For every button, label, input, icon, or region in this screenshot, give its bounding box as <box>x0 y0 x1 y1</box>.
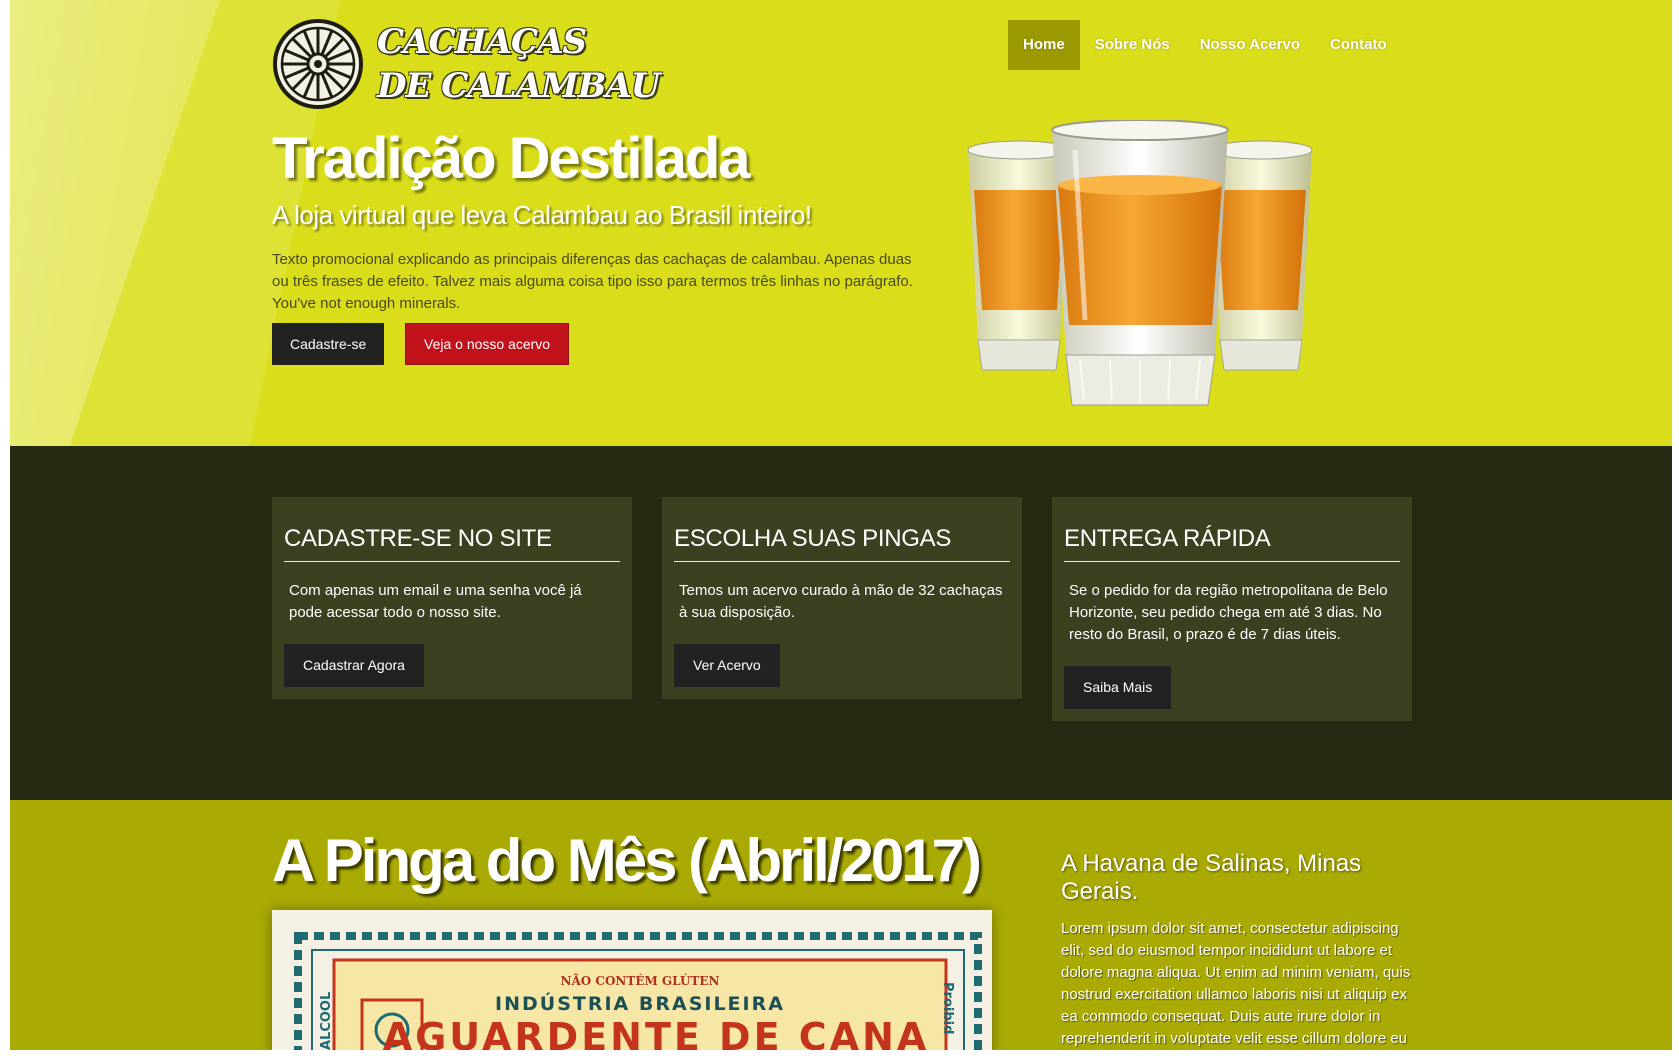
hero-section: Cachaças de Calambau Home Sobre Nós Noss… <box>10 0 1672 446</box>
pinga-side-text: Lorem ipsum dolor sit amet, consectetur … <box>1061 920 1411 1047</box>
nav-item-sobre-nos[interactable]: Sobre Nós <box>1080 20 1185 70</box>
label-main-text: AGUARDENTE DE CANA <box>383 1015 930 1050</box>
logo-line-2: de Calambau <box>377 66 660 106</box>
hero-description: Texto promocional explicando as principa… <box>272 251 913 312</box>
hero-title: Tradição Destilada <box>272 126 751 191</box>
nav-item-contato[interactable]: Contato <box>1315 20 1402 70</box>
signup-button[interactable]: Cadastre-se <box>272 323 385 365</box>
view-collection-card-button[interactable]: Ver Acervo <box>674 644 780 687</box>
label-top-text: NÃO CONTÉM GLÚTEN <box>561 972 720 988</box>
learn-more-button[interactable]: Saiba Mais <box>1064 666 1172 709</box>
feature-card-delivery: ENTREGA RÁPIDA Se o pedido for da região… <box>1052 497 1412 721</box>
label-left-text: ALCOOL <box>319 992 334 1050</box>
pinga-title: A Pinga do Mês (Abril/2017) <box>272 827 982 894</box>
register-now-button[interactable]: Cadastrar Agora <box>284 644 424 687</box>
nav-item-home[interactable]: Home <box>1008 20 1080 70</box>
feature-card-text: Temos um acervo curado à mão de 32 cacha… <box>679 582 1003 621</box>
feature-card-text: Se o pedido for da região metropolitana … <box>1069 582 1388 643</box>
wagon-wheel-icon <box>273 19 363 109</box>
feature-card-title: ESCOLHA SUAS PINGAS <box>674 525 1010 562</box>
logo-wordmark: Cachaças de Calambau <box>377 20 660 108</box>
feature-card-text: Com apenas um email e uma senha você já … <box>289 582 582 621</box>
feature-card-title: CADASTRE-SE NO SITE <box>284 525 620 562</box>
label-mid-text: INDÚSTRIA BRASILEIRA <box>495 991 785 1015</box>
view-collection-button[interactable]: Veja o nosso acervo <box>405 323 570 365</box>
pinga-do-mes-section: A Pinga do Mês (Abril/2017) NÃO CONTÉM G… <box>10 800 1672 1050</box>
logo-line-1: Cachaças <box>377 22 587 62</box>
feature-card-signup: CADASTRE-SE NO SITE Com apenas um email … <box>272 497 632 699</box>
hero-subtitle: A loja virtual que leva Calambau ao Bras… <box>272 200 812 230</box>
nav-item-nosso-acervo[interactable]: Nosso Acervo <box>1185 20 1315 70</box>
cachaca-label-image: NÃO CONTÉM GLÚTEN INDÚSTRIA BRASILEIRA A… <box>272 910 992 1050</box>
cachaca-glasses-image <box>967 120 1313 406</box>
main-nav: Home Sobre Nós Nosso Acervo Contato <box>1008 20 1402 70</box>
feature-card-choose: ESCOLHA SUAS PINGAS Temos um acervo cura… <box>662 497 1022 699</box>
pinga-side-title: A Havana de Salinas, Minas Gerais. <box>1061 850 1362 905</box>
label-right-text: Proibid <box>940 982 955 1034</box>
feature-card-title: ENTREGA RÁPIDA <box>1064 525 1400 562</box>
site-logo[interactable]: Cachaças de Calambau <box>272 18 660 113</box>
page: Cachaças de Calambau Home Sobre Nós Noss… <box>10 0 1672 1050</box>
features-section: CADASTRE-SE NO SITE Com apenas um email … <box>10 446 1672 800</box>
